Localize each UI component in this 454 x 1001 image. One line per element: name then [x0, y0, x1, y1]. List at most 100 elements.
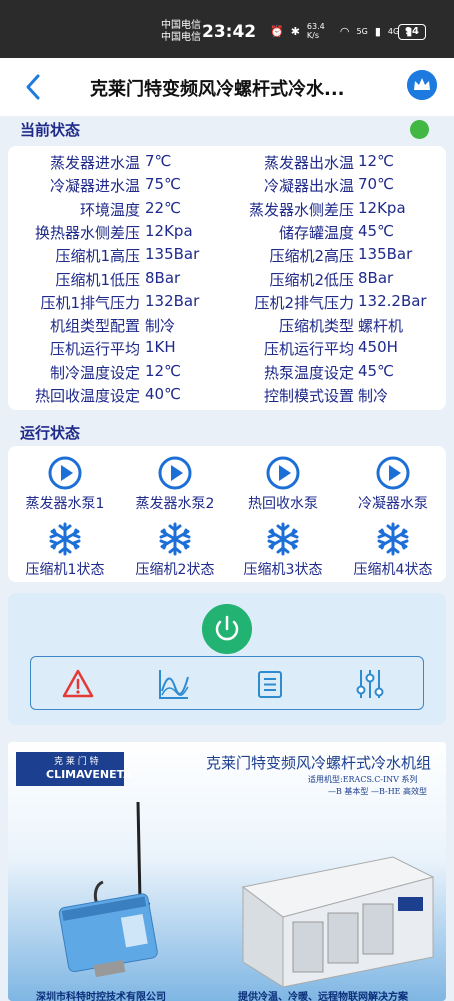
- alarm-clock-icon: ⏰: [270, 24, 284, 38]
- status-row: 换热器水侧差压 12Kpa 储存罐温度 45℃: [8, 222, 446, 245]
- status-value: 22℃: [145, 198, 181, 217]
- status-row: 环境温度 22℃ 蒸发器水侧差压 12Kpa: [8, 199, 446, 222]
- status-value: 132Bar: [145, 291, 200, 310]
- snowflake-icon: [159, 522, 191, 556]
- status-icons: ⏰ ✱ 63.4 K/s ◠ 5G ▮ 4G ▮: [270, 22, 412, 40]
- pump-label: 热回收水泵: [248, 496, 318, 512]
- product-banner[interactable]: 克 莱 门 特 CLIMAVENETA 克莱门特变频风冷螺杆式冷水机组 适用机型…: [8, 742, 446, 1001]
- status-value: 135Bar: [358, 245, 413, 264]
- snowflake-icon: [49, 522, 81, 556]
- status-row: 冷凝器进水温 75℃ 冷凝器出水温 70℃: [8, 175, 446, 198]
- pump-status-1[interactable]: 蒸发器水泵1: [10, 456, 120, 513]
- status-label: 压机运行平均: [49, 340, 140, 359]
- pump-status-2[interactable]: 蒸发器水泵2: [120, 456, 230, 513]
- status-label: 压机2排气压力: [254, 293, 354, 312]
- power-icon[interactable]: [202, 604, 252, 654]
- status-value: 70℃: [358, 175, 394, 194]
- current-status-title: 当前状态: [20, 121, 81, 139]
- wifi-icon: ◠: [339, 24, 350, 38]
- status-label: 冷凝器进水温: [49, 177, 140, 196]
- compressor-status-4[interactable]: 压缩机4状态: [338, 522, 448, 579]
- compressor-status-1[interactable]: 压缩机1状态: [10, 522, 120, 579]
- status-label: 压缩机1高压: [55, 247, 140, 266]
- status-label: 冷凝器出水温: [263, 177, 354, 196]
- pump-status-4[interactable]: 冷凝器水泵: [338, 456, 448, 513]
- status-value: 12Kpa: [358, 198, 406, 217]
- banner-subtitle-2: —B 基本型 —B-HE 高效型: [328, 787, 428, 796]
- status-row: 蒸发器进水温 7℃ 蒸发器出水温 12℃: [8, 152, 446, 175]
- status-value: 75℃: [145, 175, 181, 194]
- crown-icon[interactable]: [407, 70, 437, 100]
- status-label: 压缩机2低压: [269, 270, 354, 289]
- status-value: 45℃: [358, 361, 394, 380]
- status-label: 换热器水侧差压: [34, 223, 140, 242]
- status-value: 7℃: [145, 152, 172, 170]
- status-label: 压缩机类型: [278, 317, 354, 336]
- status-label: 机组类型配置: [49, 317, 140, 336]
- battery-indicator: 94: [398, 24, 426, 40]
- pump-status-3[interactable]: 热回收水泵: [228, 456, 338, 513]
- signal-icon: ▮: [374, 24, 381, 38]
- status-label: 热泵温度设定: [263, 363, 354, 382]
- back-arrow-icon[interactable]: [22, 72, 46, 102]
- status-label: 环境温度: [79, 200, 140, 219]
- carrier-info: 中国电信 中国电信: [161, 20, 201, 44]
- status-value: 制冷: [358, 387, 389, 405]
- banner-title: 克莱门特变频风冷螺杆式冷水机组: [206, 754, 432, 772]
- net-speed: 63.4 K/s: [306, 22, 325, 40]
- pump-label: 冷凝器水泵: [358, 496, 428, 512]
- compressor-status-3[interactable]: 压缩机3状态: [228, 522, 338, 579]
- settings-sliders-icon[interactable]: [353, 667, 387, 701]
- play-icon: [158, 456, 192, 490]
- play-icon: [376, 456, 410, 490]
- status-value: 制冷: [145, 317, 176, 336]
- system-status-bar: 中国电信 中国电信 23:42 ⏰ ✱ 63.4 K/s ◠ 5G ▮ 4G ▮…: [0, 0, 454, 58]
- banner-subtitle-1: 适用机型:ERACS.C-INV 系列: [308, 775, 418, 784]
- status-label: 热回收温度设定: [34, 387, 140, 405]
- carrier-2: 中国电信: [161, 32, 201, 43]
- status-value: 螺杆机: [358, 317, 404, 336]
- app-header: 克莱门特变频风冷螺杆式冷水...: [0, 58, 454, 116]
- online-status-indicator: [410, 120, 429, 139]
- logo-chinese: 克 莱 门 特: [54, 757, 99, 767]
- status-row: 热回收温度设定 40℃ 控制模式设置 制冷: [8, 385, 446, 408]
- compressor-label: 压缩机2状态: [135, 562, 215, 578]
- brand-logo: 克 莱 门 特 CLIMAVENETA: [16, 752, 132, 786]
- pump-label: 蒸发器水泵1: [25, 496, 105, 512]
- gateway-device-image: [58, 801, 158, 978]
- current-status-card: 蒸发器进水温 7℃ 蒸发器出水温 12℃ 冷凝器进水温 75℃ 冷凝器出水温 70℃ 环境温度 2…: [8, 146, 446, 410]
- chiller-unit-image: [241, 856, 435, 987]
- status-row: 压缩机1高压 135Bar 压缩机2高压 135Bar: [8, 245, 446, 268]
- status-value: 450H: [358, 338, 398, 357]
- status-value: 8Bar: [358, 268, 394, 287]
- status-value: 12℃: [145, 361, 181, 380]
- run-status-card: 蒸发器水泵1 蒸发器水泵2 热回收水泵 冷凝器水泵压缩机1状态 压缩机2状态 压缩机3状态…: [8, 446, 446, 582]
- alarm-icon[interactable]: [61, 667, 95, 701]
- status-label: 蒸发器水侧差压: [248, 200, 354, 219]
- status-row: 机组类型配置 制冷 压缩机类型 螺杆机: [8, 315, 446, 338]
- list-icon[interactable]: [253, 667, 287, 701]
- status-row: 制冷温度设定 12℃ 热泵温度设定 45℃: [8, 362, 446, 385]
- status-label: 制冷温度设定: [49, 363, 140, 382]
- net-type-1: 5G: [356, 26, 368, 36]
- status-label: 压机运行平均: [263, 340, 354, 359]
- status-label: 压缩机2高压: [269, 247, 354, 266]
- status-value: 12℃: [358, 152, 394, 170]
- status-row: 压机1排气压力 132Bar 压机2排气压力 132.2Bar: [8, 292, 446, 315]
- run-status-title: 运行状态: [20, 424, 81, 442]
- function-toolbar: [30, 656, 424, 710]
- carrier-1: 中国电信: [161, 20, 201, 31]
- snowflake-icon: [267, 522, 299, 556]
- status-value: 1KH: [145, 338, 176, 357]
- compressor-label: 压缩机4状态: [353, 562, 433, 578]
- bluetooth-icon: ✱: [290, 24, 300, 38]
- snowflake-icon: [377, 522, 409, 556]
- status-value: 132.2Bar: [358, 291, 427, 310]
- compressor-status-2[interactable]: 压缩机2状态: [120, 522, 230, 579]
- chart-icon[interactable]: [157, 667, 191, 701]
- status-label: 控制模式设置: [263, 387, 354, 405]
- status-row: 压机运行平均 1KH 压机运行平均 450H: [8, 338, 446, 361]
- status-value: 45℃: [358, 221, 394, 240]
- status-value: 40℃: [145, 385, 181, 403]
- status-label: 蒸发器出水温: [263, 154, 354, 172]
